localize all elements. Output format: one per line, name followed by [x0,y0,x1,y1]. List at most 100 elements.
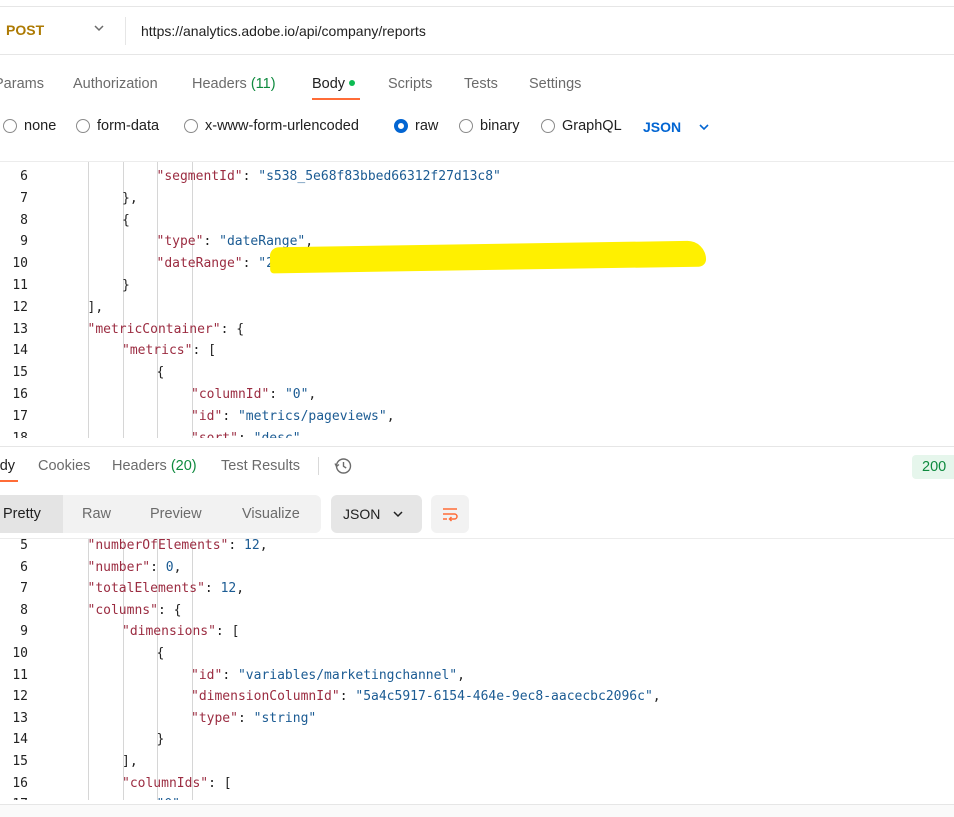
code-text: "columnIds": [ [122,773,232,795]
code-token: : [242,256,259,272]
code-token: "metricContainer" [87,321,221,337]
code-token: : [203,234,220,250]
code-token: "0" [284,387,309,402]
tab-body[interactable]: Body [312,76,356,92]
wrap-lines-icon[interactable] [441,505,459,523]
code-token: }, [122,190,138,206]
tab-settings[interactable]: Settings [529,76,581,92]
history-icon[interactable] [333,456,353,476]
code-token: , [652,689,661,705]
code-line: 9 "dimensions": [ [0,621,954,643]
code-text: "totalElements": 12, [88,578,245,600]
code-token: : [ [215,624,240,640]
radio-circle-icon [76,119,90,133]
code-token: : [242,169,259,184]
line-number: 6 [20,169,28,184]
view-preview[interactable]: Preview [150,495,202,533]
code-token: } [156,732,165,748]
code-text: "number": 0, [88,557,182,579]
view-pretty[interactable]: Pretty [3,495,41,533]
code-text: { [157,643,165,665]
view-visualize[interactable]: Visualize [242,495,300,533]
tab-tests[interactable]: Tests [464,76,498,92]
line-number: 10 [12,646,28,661]
code-token: "id" [191,667,223,683]
tab-params[interactable]: Params [0,76,44,92]
view-raw[interactable]: Raw [82,495,111,533]
chevron-down-icon[interactable] [92,21,106,35]
code-token: { [156,646,165,661]
chevron-down-icon[interactable] [391,507,405,521]
code-text: "dimensionColumnId": "5a4c5917-6154-464e… [191,686,661,708]
tab-headers[interactable]: Headers (11) [192,76,276,92]
code-token: "columns" [87,602,158,618]
code-line: 13 "type": "string" [0,708,954,730]
code-token: "metrics" [122,343,193,359]
code-token: "segmentId" [156,169,243,184]
response-tab-body[interactable]: Body [0,458,15,474]
code-line: 15 { [0,362,954,384]
code-text: "dimensions": [ [122,621,239,643]
response-body-viewer[interactable]: 5 "numberOfElements": 12, 6 "number": 0, 7 "t… [0,538,954,800]
status-badge[interactable]: 200 [912,455,954,479]
code-token: { [122,212,130,228]
code-token: : [228,538,245,553]
code-token: : [222,408,238,424]
url-input[interactable]: https://analytics.adobe.io/api/company/r… [141,23,426,39]
divider [318,457,319,475]
code-token: "dimensions" [122,624,216,640]
code-token: : { [220,321,245,337]
tab-authorization[interactable]: Authorization [73,76,158,92]
radio-circle-icon [459,119,473,133]
chevron-down-icon[interactable] [697,120,711,134]
line-number: 12 [12,689,28,705]
code-text: "columns": { [88,600,182,622]
code-token: : { [157,602,182,618]
url-divider [125,17,126,45]
response-tab-headers[interactable]: Headers (20) [112,458,197,474]
radio-circle-icon [3,119,17,133]
line-number: 9 [20,234,28,250]
code-token: "type" [156,234,204,250]
method-selector[interactable]: POST [6,22,44,38]
request-body-editor[interactable]: 6 "segmentId": "s538_5e68f83bbed66312f27d… [0,161,954,438]
line-number: 9 [20,624,28,640]
code-text: "id": "metrics/pageviews", [191,406,395,428]
code-token: : [ [192,343,216,359]
code-token: "5a4c5917-6154-464e-9ec8-aacecbc2096c" [355,689,653,705]
status-bar [0,804,954,817]
code-line: 7}, [0,188,954,210]
code-token: { [156,365,165,381]
line-number: 15 [12,365,28,381]
code-token: "columnId" [191,387,270,402]
code-token: : [339,689,356,705]
code-line: 8{ [0,210,954,232]
code-token: } [122,278,130,293]
code-line: 16 "columnId": "0", [0,384,954,406]
code-token: "dimensionColumnId" [191,689,340,705]
code-token: , [457,667,465,683]
raw-format-selector[interactable]: JSON [643,119,681,135]
active-tab-indicator [312,98,360,100]
response-format-label[interactable]: JSON [343,506,380,522]
code-text: "type": "string" [191,708,316,730]
line-number: 18 [0,428,28,438]
code-text: "sort": "desc" [191,428,301,438]
code-line: 14} [0,729,954,751]
tab-scripts[interactable]: Scripts [388,76,432,92]
response-tab-cookies[interactable]: Cookies [38,458,90,474]
code-line: 17 "0" [0,794,954,800]
code-text: "columnId": "0", [191,384,316,406]
line-number: 17 [0,794,28,800]
code-token: 12 [244,538,260,553]
active-tab-indicator [0,480,18,482]
code-text: "metrics": [ [122,340,216,362]
response-tab-test-results[interactable]: Test Results [221,458,300,474]
code-text: }, [122,188,138,210]
radio-circle-icon [541,119,555,133]
line-number: 14 [12,343,28,359]
code-line: 10 { [0,643,954,665]
code-line: 14 "metrics": [ [0,340,954,362]
code-line: 18 "sort": "desc" [0,428,954,438]
code-line: 15], [0,751,954,773]
